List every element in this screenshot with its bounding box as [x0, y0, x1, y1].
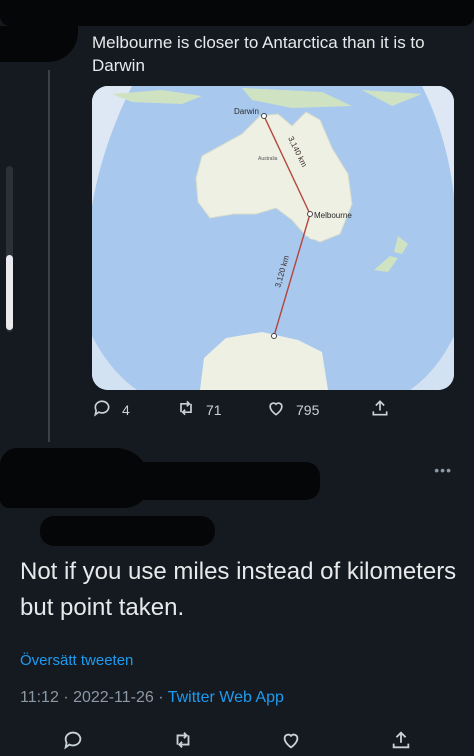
reply-text: Not if you use miles instead of kilomete…: [20, 558, 457, 621]
retweet-count: 71: [206, 401, 222, 418]
share-icon[interactable]: [390, 729, 412, 751]
redacted-header-top: [0, 0, 474, 26]
map-label-darwin: Darwin: [234, 107, 259, 116]
like-action[interactable]: 795: [266, 398, 319, 421]
redacted-reply-name: [70, 462, 320, 500]
meta-separator: ·: [158, 689, 164, 706]
reply-date: 2022-11-26: [73, 689, 154, 706]
meta-separator: ·: [63, 689, 69, 706]
heart-icon[interactable]: [280, 729, 302, 751]
more-dots-icon[interactable]: •••: [434, 462, 452, 478]
reply-count: 4: [122, 401, 130, 418]
tweet-action-bar: 4 71 795: [92, 398, 422, 424]
comment-icon[interactable]: [62, 729, 84, 751]
reply-time: 11:12: [20, 689, 59, 706]
share-action[interactable]: [370, 398, 390, 421]
redacted-avatar-top: [0, 26, 78, 62]
heart-icon: [266, 398, 286, 421]
retweet-action[interactable]: 71: [176, 398, 222, 421]
reply-meta: 11:12 · 2022-11-26 · Twitter Web App: [20, 689, 284, 707]
thread-line: [48, 70, 50, 442]
reply-app-link[interactable]: Twitter Web App: [168, 689, 284, 706]
map-label-melbourne: Melbourne: [314, 211, 352, 220]
map-label-australia: Australia: [258, 156, 278, 162]
translate-link[interactable]: Översätt tweeten: [20, 652, 133, 669]
share-icon: [370, 398, 390, 421]
tweet-text: Melbourne is closer to Antarctica than i…: [92, 33, 425, 75]
redacted-reply-handle: [40, 516, 215, 546]
reply-action[interactable]: 4: [92, 398, 130, 421]
retweet-icon: [176, 398, 196, 421]
reply-action-bar: [0, 725, 474, 754]
comment-icon: [92, 398, 112, 421]
retweet-icon[interactable]: [172, 729, 194, 751]
tweet-map-image[interactable]: Darwin Melbourne Australia 3,140 km 3,12…: [92, 86, 454, 390]
scrollbar-thumb[interactable]: [6, 255, 13, 330]
like-count: 795: [296, 401, 320, 418]
